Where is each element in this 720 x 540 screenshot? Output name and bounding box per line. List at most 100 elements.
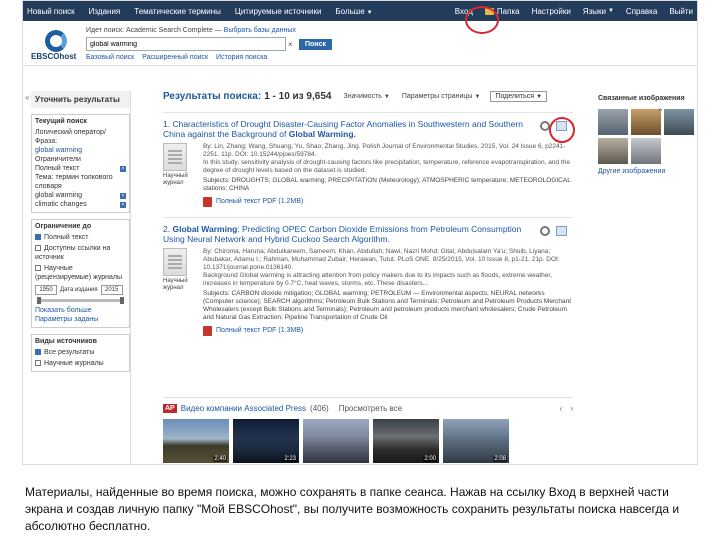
related-images-title: Связанные изображения xyxy=(598,95,685,102)
video-thumbnail[interactable]: 2:40 xyxy=(163,419,229,463)
pdf-label: Полный текст PDF (1.2MB) xyxy=(216,198,304,205)
date-label: Дата издания xyxy=(60,287,98,293)
nav-subject-terms[interactable]: Тематические термины xyxy=(134,7,221,16)
nav-publications[interactable]: Издания xyxy=(89,7,121,16)
search-input[interactable] xyxy=(86,37,286,51)
result-abstract: In this study, sensitivity analysis of d… xyxy=(203,159,570,174)
pdf-link[interactable]: Полный текст PDF (1.3MB) xyxy=(203,326,573,336)
settings-link[interactable]: Настройки xyxy=(532,7,571,16)
arrow-left-icon[interactable]: ‹ xyxy=(560,404,563,413)
source-types-heading: Виды источников xyxy=(35,338,97,345)
basic-search-link[interactable]: Базовый поиск xyxy=(86,54,134,61)
result-title[interactable]: 1. Characteristics of Drought Disaster-C… xyxy=(163,119,573,139)
remove-icon[interactable]: × xyxy=(120,192,126,199)
boolean-label: Логический оператор/Фраза: xyxy=(35,129,106,145)
limit-fulltext[interactable]: Полный текст xyxy=(35,233,126,242)
arrow-right-icon[interactable]: › xyxy=(570,404,573,413)
show-more-link[interactable]: Показать больше xyxy=(35,306,126,315)
video-duration: 2:23 xyxy=(283,456,297,462)
page-options-label: Параметры страницы xyxy=(401,93,473,100)
source-types-box: Виды источников Все результаты Научные ж… xyxy=(31,334,130,372)
video-thumbnail[interactable]: 2:08 xyxy=(443,419,509,463)
result-item-2: 2. Global Warming: Predicting OPEC Carbo… xyxy=(163,217,573,336)
slider-handle-right[interactable] xyxy=(120,297,124,304)
remove-icon[interactable]: × xyxy=(120,165,126,172)
search-button[interactable]: Поиск xyxy=(299,38,333,50)
slider-handle-left[interactable] xyxy=(37,297,41,304)
results-main: Результаты поиска: 1 - 10 из 9,654 Значи… xyxy=(163,91,573,464)
remove-icon[interactable]: × xyxy=(120,201,126,208)
checkbox[interactable] xyxy=(35,265,41,272)
add-to-folder-icon[interactable] xyxy=(556,121,567,131)
advanced-search-link[interactable]: Расширенный поиск xyxy=(142,54,208,61)
search-history-link[interactable]: История поиска xyxy=(216,54,267,61)
date-to-input[interactable]: 2015 xyxy=(100,285,123,295)
options-link[interactable]: Параметры заданы xyxy=(35,315,126,324)
current-search-heading: Текущий поиск xyxy=(35,118,87,125)
choose-databases-link[interactable]: Выбрать базы данных xyxy=(224,27,296,34)
current-search-box: Текущий поиск Логический оператор/Фраза:… xyxy=(31,114,130,213)
related-image[interactable] xyxy=(664,109,694,135)
search-mode-links: Базовый поиск Расширенный поиск История … xyxy=(86,54,366,61)
related-image[interactable] xyxy=(631,109,661,135)
boolean-value[interactable]: global warming xyxy=(35,146,126,155)
source-academic[interactable]: Научные журналы xyxy=(35,359,126,368)
result-authors: By: Lin, Zhang; Wang, Shuang; Yu, Shao; … xyxy=(203,143,566,158)
related-image[interactable] xyxy=(598,138,628,164)
date-slider[interactable] xyxy=(37,297,124,304)
source-academic-label: Научные журналы xyxy=(44,360,104,367)
pdf-label: Полный текст PDF (1.3MB) xyxy=(216,327,304,334)
video-thumbnail[interactable] xyxy=(303,419,369,463)
folder-link[interactable]: Папка xyxy=(484,6,520,16)
related-image[interactable] xyxy=(598,109,628,135)
checkbox[interactable] xyxy=(35,360,41,367)
more-images-link[interactable]: Другие изображения xyxy=(598,168,697,175)
collapse-left-icon[interactable]: « xyxy=(25,93,29,102)
add-to-folder-icon[interactable] xyxy=(556,226,567,236)
languages-menu[interactable]: Языки ▼ xyxy=(583,7,614,16)
image-grid xyxy=(598,109,697,164)
checkbox-checked[interactable] xyxy=(35,349,41,356)
limit-fulltext-label: Полный текст xyxy=(44,234,89,241)
nav-more[interactable]: Больше ▼ xyxy=(335,7,372,16)
result-subjects: Subjects: CARBON dioxide mitigation; GLO… xyxy=(203,290,572,321)
source-all[interactable]: Все результаты xyxy=(35,348,126,357)
preview-magnifier-icon[interactable] xyxy=(540,226,550,236)
clear-icon[interactable]: × xyxy=(288,40,296,49)
nav-cited-references[interactable]: Цитируемые источники xyxy=(235,7,322,16)
academic-journal-icon xyxy=(163,143,187,171)
chevron-down-icon: ▼ xyxy=(536,94,543,100)
login-link[interactable]: Вход xyxy=(455,7,473,16)
page-options[interactable]: Параметры страницы ▼ xyxy=(402,93,481,100)
result-number: 1. xyxy=(163,119,171,129)
checkbox[interactable] xyxy=(35,245,41,252)
exit-link[interactable]: Выйти xyxy=(669,7,693,16)
video-thumbnail[interactable]: 2:00 xyxy=(373,419,439,463)
result-title[interactable]: 2. Global Warming: Predicting OPEC Carbo… xyxy=(163,224,573,244)
search-database-label: Идет поиск: Academic Search Complete — В… xyxy=(86,27,366,34)
nav-new-search[interactable]: Новый поиск xyxy=(27,7,75,16)
date-from-input[interactable]: 1950 xyxy=(35,285,57,295)
result-number: 2. xyxy=(163,224,171,234)
publication-type-label: Научный журнал xyxy=(163,278,188,291)
limit-peer[interactable]: Научные (рецензируемые) журналы xyxy=(35,264,126,282)
folder-label: Папка xyxy=(496,6,520,16)
video-show-all[interactable]: Просмотреть все xyxy=(339,404,402,413)
refine-sidebar: « Уточнить результаты Текущий поиск Логи… xyxy=(25,91,131,464)
chevron-down-icon: ▼ xyxy=(607,8,614,14)
limit-refs[interactable]: Доступны ссылки на источник xyxy=(35,244,126,262)
video-thumbnail[interactable]: 2:23 xyxy=(233,419,299,463)
video-duration: 2:40 xyxy=(213,456,227,462)
checkbox-checked[interactable] xyxy=(35,234,41,241)
video-title[interactable]: Видео компании Associated Press xyxy=(181,404,306,413)
collapse-right-icon[interactable]: » xyxy=(658,105,662,114)
share-button[interactable]: Поделиться ▼ xyxy=(490,91,548,102)
video-count: (406) xyxy=(310,404,329,413)
pdf-link[interactable]: Полный текст PDF (1.2MB) xyxy=(203,197,573,207)
ebsco-logo[interactable]: EBSCOhost xyxy=(31,30,86,62)
fulltext-filter-label: Полный текст xyxy=(35,165,80,172)
related-image[interactable] xyxy=(631,138,661,164)
sort-relevance[interactable]: Значимость ▼ xyxy=(343,93,389,100)
help-link[interactable]: Справка xyxy=(626,7,657,16)
preview-magnifier-icon[interactable] xyxy=(540,121,550,131)
